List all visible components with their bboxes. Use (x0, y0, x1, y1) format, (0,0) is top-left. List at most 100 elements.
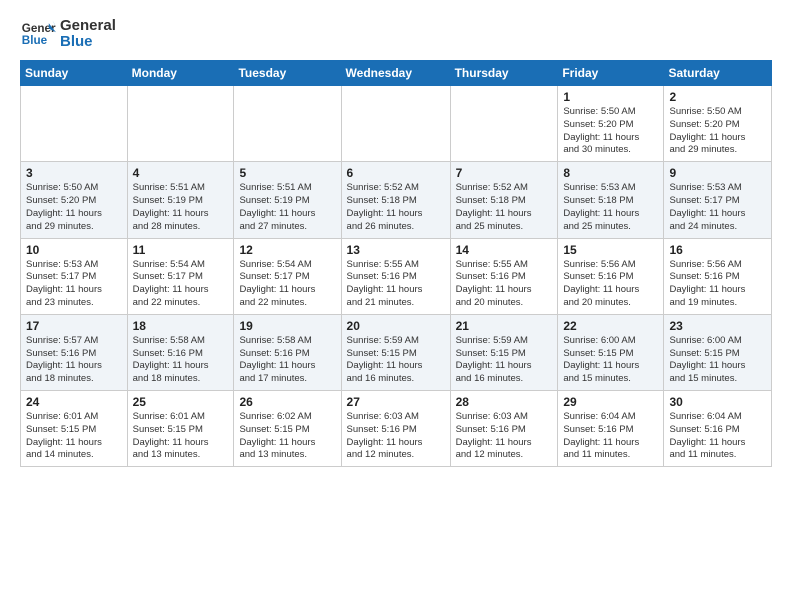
weekday-header-sunday: Sunday (21, 61, 128, 86)
day-number: 4 (133, 166, 229, 180)
day-number: 15 (563, 243, 658, 257)
day-number: 20 (347, 319, 445, 333)
day-number: 5 (239, 166, 335, 180)
calendar-cell: 27 Sunrise: 6:03 AMSunset: 5:16 PMDayligh… (341, 391, 450, 467)
day-info: Sunrise: 5:55 AMSunset: 5:16 PMDaylight:… (347, 259, 445, 310)
calendar-cell: 18 Sunrise: 5:58 AMSunset: 5:16 PMDayligh… (127, 314, 234, 390)
calendar-cell: 19Sunrise: 5:58 AMSunset: 5:16 PMDayligh… (234, 314, 341, 390)
calendar-cell: 10 Sunrise: 5:53 AMSunset: 5:17 PMDayligh… (21, 238, 128, 314)
day-info: Sunrise: 5:58 AMSunset: 5:16 PMDaylight:… (239, 335, 335, 386)
day-info: Sunrise: 5:53 AMSunset: 5:18 PMDaylight:… (563, 182, 658, 233)
day-info: Sunrise: 6:04 AMSunset: 5:16 PMDaylight:… (563, 411, 658, 462)
calendar-cell: 28 Sunrise: 6:03 AMSunset: 5:16 PMDayligh… (450, 391, 558, 467)
day-info: Sunrise: 6:01 AMSunset: 5:15 PMDaylight:… (26, 411, 122, 462)
weekday-header-wednesday: Wednesday (341, 61, 450, 86)
day-info: Sunrise: 5:55 AMSunset: 5:16 PMDaylight:… (456, 259, 553, 310)
day-info: Sunrise: 5:58 AMSunset: 5:16 PMDaylight:… (133, 335, 229, 386)
day-info: Sunrise: 5:52 AMSunset: 5:18 PMDaylight:… (456, 182, 553, 233)
calendar-cell: 23 Sunrise: 6:00 AMSunset: 5:15 PMDayligh… (664, 314, 772, 390)
day-number: 2 (669, 90, 766, 104)
day-info: Sunrise: 5:51 AMSunset: 5:19 PMDaylight:… (239, 182, 335, 233)
day-number: 7 (456, 166, 553, 180)
day-number: 10 (26, 243, 122, 257)
day-number: 9 (669, 166, 766, 180)
day-number: 23 (669, 319, 766, 333)
calendar-cell: 29 Sunrise: 6:04 AMSunset: 5:16 PMDayligh… (558, 391, 664, 467)
day-info: Sunrise: 5:50 AMSunset: 5:20 PMDaylight:… (26, 182, 122, 233)
calendar-cell: 17Sunrise: 5:57 AMSunset: 5:16 PMDayligh… (21, 314, 128, 390)
day-info: Sunrise: 5:51 AMSunset: 5:19 PMDaylight:… (133, 182, 229, 233)
day-number: 29 (563, 395, 658, 409)
day-number: 21 (456, 319, 553, 333)
calendar-week-2: 10 Sunrise: 5:53 AMSunset: 5:17 PMDayligh… (21, 238, 772, 314)
calendar-cell: 20Sunrise: 5:59 AMSunset: 5:15 PMDayligh… (341, 314, 450, 390)
calendar-cell (21, 86, 128, 162)
day-number: 8 (563, 166, 658, 180)
calendar-week-0: 1 Sunrise: 5:50 AMSunset: 5:20 PMDaylight… (21, 86, 772, 162)
calendar-cell: 9 Sunrise: 5:53 AMSunset: 5:17 PMDaylight… (664, 162, 772, 238)
day-number: 28 (456, 395, 553, 409)
day-info: Sunrise: 5:50 AMSunset: 5:20 PMDaylight:… (669, 106, 766, 157)
day-number: 25 (133, 395, 229, 409)
day-number: 14 (456, 243, 553, 257)
day-number: 24 (26, 395, 122, 409)
svg-text:Blue: Blue (22, 34, 48, 47)
calendar-cell: 11Sunrise: 5:54 AMSunset: 5:17 PMDayligh… (127, 238, 234, 314)
calendar-cell: 22Sunrise: 6:00 AMSunset: 5:15 PMDayligh… (558, 314, 664, 390)
calendar-week-1: 3 Sunrise: 5:50 AMSunset: 5:20 PMDaylight… (21, 162, 772, 238)
day-number: 27 (347, 395, 445, 409)
calendar-cell: 6 Sunrise: 5:52 AMSunset: 5:18 PMDaylight… (341, 162, 450, 238)
day-info: Sunrise: 6:04 AMSunset: 5:16 PMDaylight:… (669, 411, 766, 462)
day-info: Sunrise: 5:59 AMSunset: 5:15 PMDaylight:… (456, 335, 553, 386)
weekday-header-saturday: Saturday (664, 61, 772, 86)
day-number: 18 (133, 319, 229, 333)
calendar-cell (234, 86, 341, 162)
calendar-cell (450, 86, 558, 162)
header: General Blue General Blue (20, 16, 772, 52)
calendar-cell: 12 Sunrise: 5:54 AMSunset: 5:17 PMDayligh… (234, 238, 341, 314)
calendar-cell: 7 Sunrise: 5:52 AMSunset: 5:18 PMDaylight… (450, 162, 558, 238)
calendar-cell: 26Sunrise: 6:02 AMSunset: 5:15 PMDayligh… (234, 391, 341, 467)
calendar-cell: 14 Sunrise: 5:55 AMSunset: 5:16 PMDayligh… (450, 238, 558, 314)
calendar-week-3: 17Sunrise: 5:57 AMSunset: 5:16 PMDayligh… (21, 314, 772, 390)
day-info: Sunrise: 6:00 AMSunset: 5:15 PMDaylight:… (669, 335, 766, 386)
weekday-header-tuesday: Tuesday (234, 61, 341, 86)
day-info: Sunrise: 6:03 AMSunset: 5:16 PMDaylight:… (347, 411, 445, 462)
day-number: 6 (347, 166, 445, 180)
day-number: 1 (563, 90, 658, 104)
day-info: Sunrise: 6:00 AMSunset: 5:15 PMDaylight:… (563, 335, 658, 386)
calendar-cell: 21 Sunrise: 5:59 AMSunset: 5:15 PMDayligh… (450, 314, 558, 390)
calendar-cell (341, 86, 450, 162)
day-number: 16 (669, 243, 766, 257)
day-number: 17 (26, 319, 122, 333)
day-info: Sunrise: 5:54 AMSunset: 5:17 PMDaylight:… (133, 259, 229, 310)
day-info: Sunrise: 5:54 AMSunset: 5:17 PMDaylight:… (239, 259, 335, 310)
day-info: Sunrise: 6:01 AMSunset: 5:15 PMDaylight:… (133, 411, 229, 462)
weekday-header-thursday: Thursday (450, 61, 558, 86)
logo-blue: Blue (60, 34, 116, 51)
calendar-table: SundayMondayTuesdayWednesdayThursdayFrid… (20, 60, 772, 467)
calendar-cell: 4 Sunrise: 5:51 AMSunset: 5:19 PMDaylight… (127, 162, 234, 238)
weekday-header-monday: Monday (127, 61, 234, 86)
weekday-header-row: SundayMondayTuesdayWednesdayThursdayFrid… (21, 61, 772, 86)
calendar-cell: 13Sunrise: 5:55 AMSunset: 5:16 PMDayligh… (341, 238, 450, 314)
day-info: Sunrise: 5:53 AMSunset: 5:17 PMDaylight:… (26, 259, 122, 310)
page: General Blue General Blue SundayMondayTu… (0, 0, 792, 483)
logo: General Blue General Blue (20, 16, 116, 52)
calendar-cell: 24 Sunrise: 6:01 AMSunset: 5:15 PMDayligh… (21, 391, 128, 467)
calendar-cell: 1Sunrise: 5:50 AMSunset: 5:20 PMDaylight… (558, 86, 664, 162)
day-info: Sunrise: 5:52 AMSunset: 5:18 PMDaylight:… (347, 182, 445, 233)
calendar-cell: 2 Sunrise: 5:50 AMSunset: 5:20 PMDaylight… (664, 86, 772, 162)
calendar-cell: 3 Sunrise: 5:50 AMSunset: 5:20 PMDaylight… (21, 162, 128, 238)
day-number: 30 (669, 395, 766, 409)
calendar-cell: 16 Sunrise: 5:56 AMSunset: 5:16 PMDayligh… (664, 238, 772, 314)
day-info: Sunrise: 5:56 AMSunset: 5:16 PMDaylight:… (563, 259, 658, 310)
day-number: 3 (26, 166, 122, 180)
logo-icon: General Blue (20, 16, 56, 52)
day-info: Sunrise: 5:56 AMSunset: 5:16 PMDaylight:… (669, 259, 766, 310)
day-info: Sunrise: 5:53 AMSunset: 5:17 PMDaylight:… (669, 182, 766, 233)
calendar-cell (127, 86, 234, 162)
day-info: Sunrise: 6:03 AMSunset: 5:16 PMDaylight:… (456, 411, 553, 462)
day-number: 12 (239, 243, 335, 257)
calendar-cell: 5 Sunrise: 5:51 AMSunset: 5:19 PMDaylight… (234, 162, 341, 238)
